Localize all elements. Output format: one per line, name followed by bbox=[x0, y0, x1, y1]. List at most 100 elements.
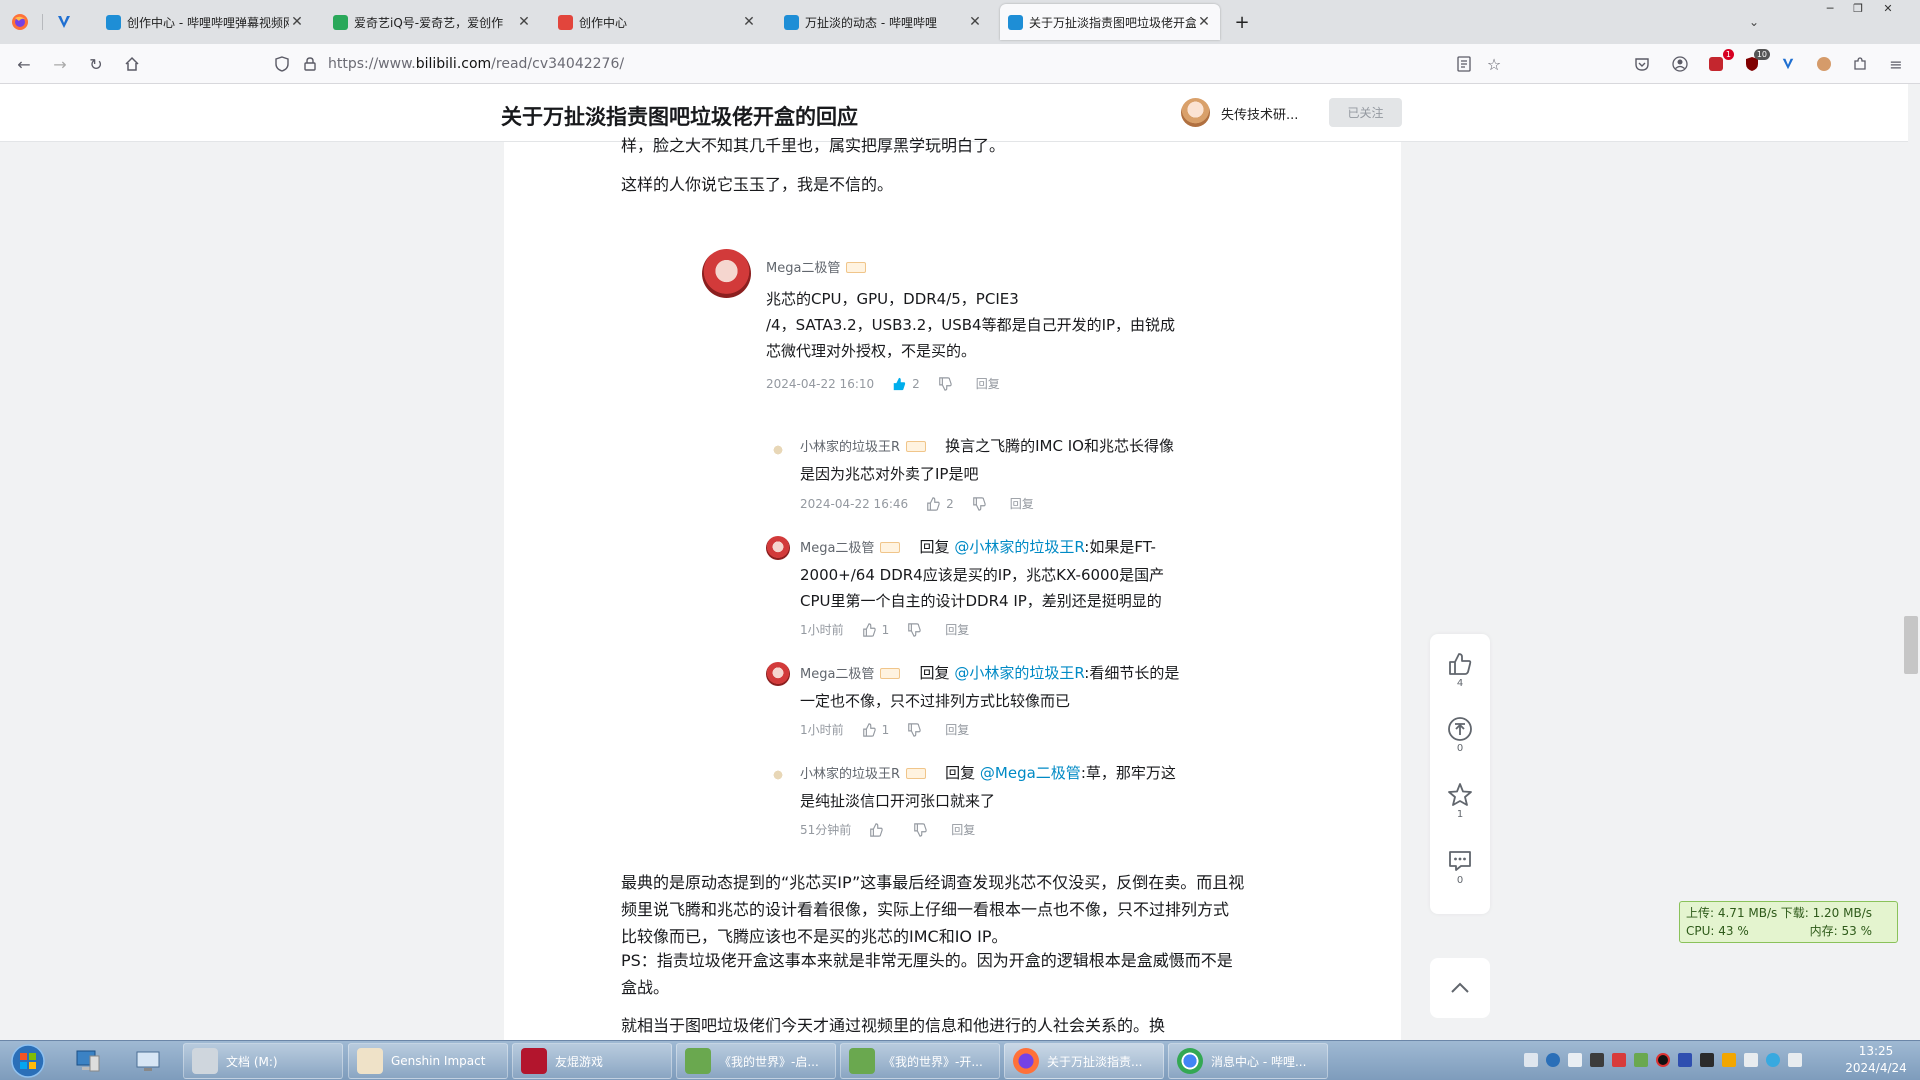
reply-link[interactable]: 回复 bbox=[945, 621, 969, 638]
desktop-pinned-icon[interactable] bbox=[128, 1045, 168, 1077]
upload-speed: 上传: 4.71 MB/s bbox=[1686, 906, 1778, 920]
forward-icon[interactable]: → bbox=[48, 52, 72, 76]
maximize-icon[interactable]: ❐ bbox=[1844, 0, 1872, 16]
reply-link[interactable]: 回复 bbox=[945, 721, 969, 738]
mention-link[interactable]: @Mega二极管 bbox=[980, 764, 1081, 782]
lock-icon[interactable] bbox=[298, 52, 322, 76]
thumb-up-icon[interactable] bbox=[892, 377, 906, 391]
close-icon[interactable]: ✕ bbox=[516, 14, 532, 30]
tab-iqiyi[interactable]: 爱奇艺iQ号-爱奇艺，爱创作 ✕ bbox=[325, 4, 540, 40]
taskbar-item-minecraft-2[interactable]: 《我的世界》-开... bbox=[840, 1043, 1000, 1079]
tab-creator-center-bilibili[interactable]: 创作中心 - 哔哩哔哩弹幕视频网 ✕ bbox=[98, 4, 313, 40]
taskbar-item-chrome[interactable]: 消息中心 - 哔哩... bbox=[1168, 1043, 1328, 1079]
tab-list-icon[interactable]: ⌄ bbox=[1740, 8, 1768, 36]
computer-pinned-icon[interactable] bbox=[68, 1045, 108, 1077]
close-icon[interactable]: ✕ bbox=[1196, 14, 1212, 30]
tray-app-icon[interactable] bbox=[1590, 1053, 1604, 1067]
close-icon[interactable]: ✕ bbox=[741, 14, 757, 30]
new-tab-button[interactable]: + bbox=[1228, 4, 1256, 40]
article-paragraph: 这样的人你说它玉玉了，我是不信的。 bbox=[621, 175, 894, 194]
app-menu-icon[interactable]: ≡ bbox=[1884, 52, 1908, 76]
tray-app-icon[interactable] bbox=[1678, 1053, 1692, 1067]
taskbar-item-genshin[interactable]: Genshin Impact bbox=[348, 1043, 508, 1079]
thumb-up-icon[interactable] bbox=[926, 496, 940, 511]
tray-app-icon[interactable] bbox=[1612, 1053, 1626, 1067]
pocket-icon[interactable] bbox=[1630, 52, 1654, 76]
thumb-down-icon[interactable] bbox=[913, 822, 927, 837]
comment-time: 1小时前 bbox=[800, 623, 844, 637]
thumb-up-icon[interactable] bbox=[869, 822, 883, 837]
account-icon[interactable] bbox=[1668, 52, 1692, 76]
comment-icon bbox=[1449, 851, 1471, 871]
comment-button[interactable]: 0 bbox=[1430, 839, 1490, 895]
reply-text: Mega二极管 回复 @小林家的垃圾王R:如果是FT- 2000+/64 DDR… bbox=[800, 538, 1165, 610]
tray-expand-icon[interactable] bbox=[1568, 1053, 1582, 1067]
close-icon[interactable]: ✕ bbox=[289, 14, 305, 30]
avatar[interactable] bbox=[766, 662, 790, 686]
url-input[interactable]: https://www. bilibili.com/read/cv34042276… bbox=[328, 49, 1578, 79]
tab-creator-center[interactable]: 创作中心 ✕ bbox=[550, 4, 765, 40]
close-icon[interactable]: ✕ bbox=[967, 14, 983, 30]
keyboard-tray-icon[interactable] bbox=[1524, 1053, 1538, 1067]
mention-link[interactable]: @小林家的垃圾王R bbox=[954, 664, 1084, 682]
ublock-icon[interactable]: 10 bbox=[1740, 49, 1770, 76]
taskbar-item-firefox[interactable]: 关于万扯淡指责... bbox=[1004, 1043, 1164, 1079]
record-tray-icon[interactable] bbox=[1656, 1053, 1670, 1067]
author-avatar[interactable] bbox=[1181, 98, 1210, 127]
avatar[interactable] bbox=[702, 249, 751, 298]
reply-link[interactable]: 回复 bbox=[1010, 495, 1034, 512]
reload-icon[interactable]: ↻ bbox=[84, 52, 108, 76]
firefox-menu-icon[interactable] bbox=[6, 8, 34, 36]
genshin-icon bbox=[357, 1048, 383, 1074]
help-tray-icon[interactable] bbox=[1546, 1053, 1560, 1067]
mention-link[interactable]: @小林家的垃圾王R bbox=[954, 538, 1084, 556]
coin-button[interactable]: 0 bbox=[1430, 707, 1490, 763]
favorite-button[interactable]: 1 bbox=[1430, 773, 1490, 829]
tray-app-icon[interactable] bbox=[1722, 1053, 1736, 1067]
avatar[interactable] bbox=[766, 438, 790, 462]
system-clock[interactable]: 13:25 2024/4/24 bbox=[1836, 1043, 1916, 1077]
tab-article-active[interactable]: 关于万扯淡指责图吧垃圾佬开盒的回应 ✕ bbox=[1000, 4, 1220, 40]
bookmark-star-icon[interactable]: ☆ bbox=[1482, 52, 1506, 76]
vpn-extension-icon[interactable] bbox=[1776, 52, 1800, 76]
tracking-shield-icon[interactable] bbox=[270, 52, 294, 76]
minimize-icon[interactable]: ─ bbox=[1816, 0, 1844, 16]
comment-username[interactable]: Mega二极管 bbox=[766, 257, 867, 276]
thumb-up-icon[interactable] bbox=[862, 722, 876, 737]
back-to-top-button[interactable] bbox=[1430, 958, 1490, 1018]
thumb-down-icon[interactable] bbox=[907, 722, 921, 737]
avatar[interactable] bbox=[766, 763, 790, 787]
tab-wanchedan-dynamic[interactable]: 万扯淡的动态 - 哔哩哔哩 ✕ bbox=[776, 4, 991, 40]
taskbar-item-documents[interactable]: 文档 (M:) bbox=[183, 1043, 343, 1079]
tray-app-icon[interactable] bbox=[1634, 1053, 1648, 1067]
extension-badge: 10 bbox=[1753, 49, 1770, 60]
vpn-extension-icon[interactable] bbox=[50, 8, 78, 36]
start-button[interactable] bbox=[6, 1044, 50, 1078]
follow-button[interactable]: 已关注 bbox=[1329, 98, 1402, 127]
scrollbar-thumb[interactable] bbox=[1904, 616, 1918, 674]
thumb-up-icon[interactable] bbox=[862, 622, 876, 637]
reply-link[interactable]: 回复 bbox=[951, 821, 975, 838]
page-scrollbar[interactable] bbox=[1908, 84, 1920, 1040]
thumb-down-icon[interactable] bbox=[907, 622, 921, 637]
extension-avatar-icon[interactable] bbox=[1812, 52, 1836, 76]
back-icon[interactable]: ← bbox=[12, 52, 36, 76]
tray-app-icon[interactable] bbox=[1700, 1053, 1714, 1067]
taskbar-item-game-launcher[interactable]: 友焜游戏 bbox=[512, 1043, 672, 1079]
extensions-puzzle-icon[interactable] bbox=[1848, 52, 1872, 76]
volume-icon[interactable] bbox=[1744, 1053, 1758, 1067]
reader-view-icon[interactable] bbox=[1452, 52, 1476, 76]
thumb-down-icon[interactable] bbox=[972, 496, 986, 511]
action-center-icon[interactable] bbox=[1788, 1053, 1802, 1067]
like-button[interactable]: 4 bbox=[1430, 642, 1490, 698]
thumb-down-icon[interactable] bbox=[938, 376, 952, 391]
taskbar-item-minecraft-1[interactable]: 《我的世界》-启... bbox=[676, 1043, 836, 1079]
window-close-icon[interactable]: ✕ bbox=[1874, 0, 1902, 16]
comment-time: 1小时前 bbox=[800, 723, 844, 737]
network-icon[interactable] bbox=[1766, 1053, 1780, 1067]
avatar[interactable] bbox=[766, 536, 790, 560]
extension-red-icon[interactable]: 1 bbox=[1704, 49, 1734, 76]
reply-link[interactable]: 回复 bbox=[976, 375, 1000, 392]
home-icon[interactable] bbox=[120, 52, 144, 76]
author-name[interactable]: 失传技术研... bbox=[1221, 104, 1298, 123]
